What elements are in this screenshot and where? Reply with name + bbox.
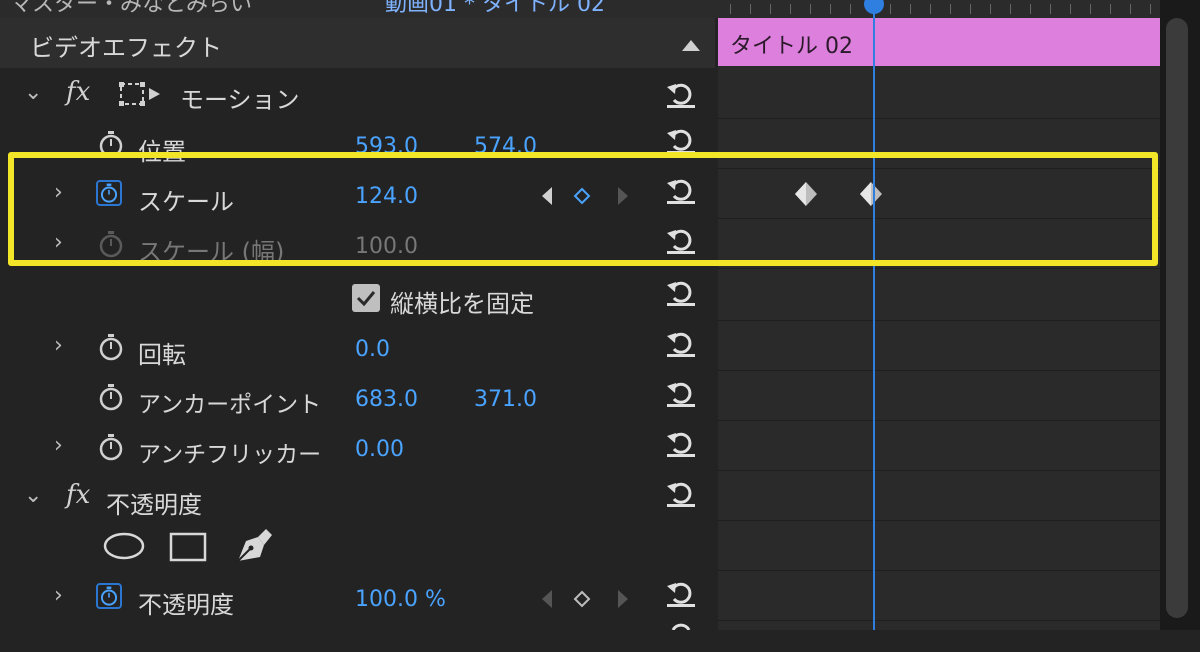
clip-name: タイトル 02 (730, 34, 853, 59)
mask-tools-row (0, 523, 715, 573)
reset-icon[interactable] (664, 276, 698, 306)
reset-icon[interactable] (664, 622, 698, 652)
motion-effect-row[interactable]: ⌄ fx モーション (0, 70, 715, 120)
uniform-scale-label: 縦横比を固定 (390, 290, 534, 318)
effect-controls-panel: ビデオエフェクト ⌄ fx モーション 位置 593.0 574.0 › スケー… (0, 18, 715, 630)
rectangle-mask-icon[interactable] (168, 531, 208, 563)
rotation-value[interactable]: 0.0 (355, 337, 390, 362)
fx-icon[interactable]: fx (66, 77, 90, 107)
stopwatch-icon[interactable] (98, 333, 124, 361)
anchor-point-label: アンカーポイント (138, 392, 322, 418)
timeline-panel[interactable] (718, 18, 1160, 630)
reset-icon[interactable] (664, 124, 698, 154)
collapse-up-icon[interactable] (682, 40, 700, 51)
anchor-point-param-row: アンカーポイント 683.0 371.0 (0, 373, 715, 423)
timeline-clip[interactable]: タイトル 02 (718, 18, 1160, 66)
reset-icon[interactable] (664, 377, 698, 407)
sequence-clip-label[interactable]: 動画01 * タイトル 02 (385, 0, 605, 18)
motion-label: モーション (180, 86, 300, 114)
transform-box-icon[interactable] (118, 80, 164, 110)
reset-icon[interactable] (664, 327, 698, 357)
antiflicker-param-row: › アンチフリッカー 0.00 (0, 423, 715, 473)
video-effects-header[interactable]: ビデオエフェクト (0, 18, 715, 68)
stopwatch-icon[interactable] (96, 583, 122, 609)
reset-icon[interactable] (664, 427, 698, 457)
rotation-label: 回転 (138, 341, 186, 369)
twirl-down-icon[interactable]: ⌄ (24, 80, 42, 105)
rotation-param-row: › 回転 0.0 (0, 323, 715, 373)
section-title: ビデオエフェクト (30, 34, 222, 62)
highlight-annotation-box (8, 152, 1158, 266)
uniform-scale-row: 縦横比を固定 (0, 272, 715, 322)
playhead-line[interactable] (873, 0, 875, 630)
twirl-down-icon[interactable]: ⌄ (24, 483, 42, 508)
opacity-label: 不透明度 (138, 591, 234, 619)
ellipse-mask-icon[interactable] (102, 531, 146, 561)
twirl-right-icon[interactable]: › (54, 433, 63, 458)
anchor-x-value[interactable]: 683.0 (355, 387, 418, 412)
antiflicker-value[interactable]: 0.00 (355, 437, 404, 462)
uniform-scale-checkbox[interactable] (352, 284, 380, 312)
opacity-param-row: › 不透明度 100.0 % (0, 573, 715, 623)
stopwatch-icon[interactable] (98, 433, 124, 461)
fx-icon[interactable]: fx (66, 480, 90, 510)
timeline-ruler[interactable] (718, 0, 1160, 18)
scrollbar-thumb[interactable] (1166, 18, 1188, 618)
opacity-effect-label: 不透明度 (106, 491, 202, 519)
opacity-effect-row[interactable]: ⌄ fx 不透明度 (0, 473, 715, 523)
keyframe-navigator (538, 587, 638, 611)
opacity-value[interactable]: 100.0 % (355, 587, 446, 612)
master-clip-label: マスター・みなとみらい (10, 0, 253, 17)
stopwatch-icon[interactable] (98, 383, 124, 411)
vertical-scrollbar[interactable] (1160, 0, 1200, 630)
reset-icon[interactable] (664, 78, 698, 108)
twirl-right-icon[interactable]: › (54, 333, 63, 358)
anchor-y-value[interactable]: 371.0 (474, 387, 537, 412)
reset-icon[interactable] (664, 477, 698, 507)
reset-icon[interactable] (664, 577, 698, 607)
twirl-right-icon[interactable]: › (54, 583, 63, 608)
pen-mask-icon[interactable] (232, 527, 274, 565)
antiflicker-label: アンチフリッカー (138, 442, 322, 468)
